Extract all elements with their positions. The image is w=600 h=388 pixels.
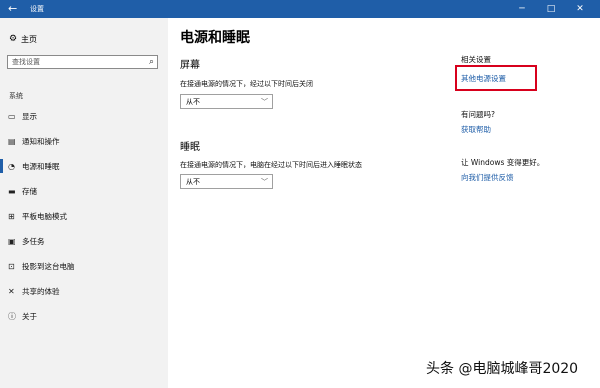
- search-icon[interactable]: ⌕: [149, 56, 154, 68]
- sidebar-item-label: 关于: [22, 311, 37, 321]
- watermark: 头条 @电脑城峰哥2020: [426, 361, 579, 377]
- home-label: 主页: [21, 34, 37, 44]
- give-feedback-link[interactable]: 向我们提供反馈: [461, 172, 514, 183]
- highlight-box: [455, 65, 537, 91]
- projecting-icon: ⊡: [8, 261, 15, 271]
- screen-description: 在接通电源的情况下，经过以下时间后关闭: [180, 80, 313, 88]
- chevron-down-icon: ﹀: [261, 178, 268, 186]
- screen-timeout-select[interactable]: 从不 ﹀: [180, 94, 273, 109]
- window-title: 设置: [30, 5, 44, 13]
- sidebar-item-label: 共享的体验: [22, 286, 60, 296]
- multitasking-icon: ▣: [8, 236, 16, 246]
- sidebar-item-display[interactable]: ▭ 显示: [0, 105, 168, 127]
- title-bar: ← 设置 ─ □ ✕: [0, 0, 600, 18]
- screen-heading: 屏幕: [180, 60, 200, 71]
- sleep-timeout-select[interactable]: 从不 ﹀: [180, 174, 273, 189]
- about-icon: ⓘ: [8, 311, 16, 321]
- sidebar-item-storage[interactable]: ▬ 存储: [0, 180, 168, 202]
- screen-timeout-value: 从不: [186, 98, 200, 106]
- sidebar-item-label: 存储: [22, 186, 37, 196]
- notifications-icon: ▤: [8, 136, 16, 146]
- question-heading: 有问题吗?: [461, 110, 495, 119]
- sidebar-item-projecting[interactable]: ⊡ 投影到这台电脑: [0, 255, 168, 277]
- sidebar-item-label: 显示: [22, 111, 37, 121]
- feedback-heading: 让 Windows 变得更好。: [461, 158, 545, 167]
- sidebar-item-label: 多任务: [22, 236, 45, 246]
- sidebar-item-notifications[interactable]: ▤ 通知和操作: [0, 130, 168, 152]
- close-button[interactable]: ✕: [567, 0, 593, 18]
- related-settings-heading: 相关设置: [461, 55, 491, 64]
- sidebar-item-about[interactable]: ⓘ 关于: [0, 305, 168, 327]
- sidebar-item-label: 电源和睡眠: [22, 161, 60, 171]
- tablet-icon: ⊞: [8, 211, 15, 221]
- sidebar-item-label: 投影到这台电脑: [22, 261, 75, 271]
- sidebar-section-label: 系统: [9, 92, 23, 100]
- get-help-link[interactable]: 获取帮助: [461, 124, 491, 135]
- sidebar-item-power[interactable]: ◔ 电源和睡眠: [0, 155, 168, 177]
- back-icon[interactable]: ←: [8, 1, 17, 17]
- search-placeholder: 查找设置: [12, 58, 40, 66]
- sidebar-item-shared[interactable]: ✕ 共享的体验: [0, 280, 168, 302]
- display-icon: ▭: [8, 111, 16, 121]
- active-indicator: [0, 159, 3, 173]
- shared-icon: ✕: [8, 286, 15, 296]
- sleep-heading: 睡眠: [180, 142, 200, 153]
- search-input[interactable]: 查找设置 ⌕: [7, 55, 158, 69]
- gear-icon: ⚙: [9, 34, 18, 44]
- sidebar-item-label: 通知和操作: [22, 136, 60, 146]
- home-link[interactable]: ⚙ 主页: [9, 33, 37, 45]
- page-title: 电源和睡眠: [180, 30, 250, 46]
- maximize-button[interactable]: □: [538, 0, 564, 18]
- sidebar-item-label: 平板电脑模式: [22, 211, 67, 221]
- sidebar-item-multitasking[interactable]: ▣ 多任务: [0, 230, 168, 252]
- sidebar-item-tablet[interactable]: ⊞ 平板电脑模式: [0, 205, 168, 227]
- minimize-button[interactable]: ─: [509, 0, 535, 18]
- chevron-down-icon: ﹀: [261, 98, 268, 106]
- storage-icon: ▬: [8, 186, 16, 196]
- sidebar: ⚙ 主页 查找设置 ⌕ 系统 ▭ 显示 ▤ 通知和操作 ◔ 电源和睡眠 ▬ 存储 ⊞ 平板电脑模式…: [0, 18, 168, 388]
- sleep-timeout-value: 从不: [186, 178, 200, 186]
- sleep-description: 在接通电源的情况下，电脑在经过以下时间后进入睡眠状态: [180, 161, 362, 169]
